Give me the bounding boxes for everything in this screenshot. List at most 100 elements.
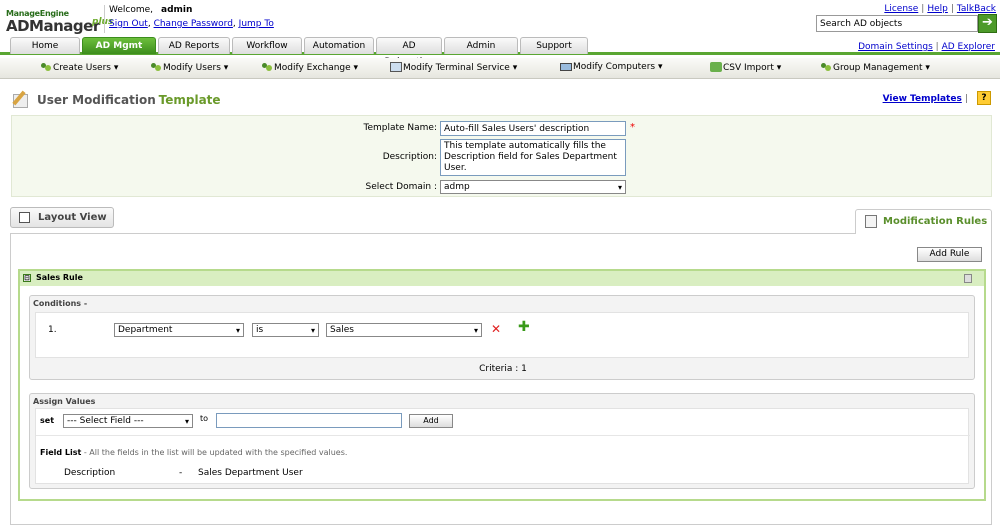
tab-ad-delegation[interactable]: AD Delegation bbox=[376, 37, 442, 67]
assign-values-box: Assign Values set --- Select Field --- t… bbox=[29, 393, 975, 489]
menu-label: Modify Terminal Service ▾ bbox=[403, 63, 518, 73]
description-textarea[interactable]: This template automatically fills the De… bbox=[440, 139, 626, 176]
tab-admin[interactable]: Admin bbox=[444, 37, 518, 54]
domain-settings-link[interactable]: Domain Settings bbox=[858, 42, 933, 52]
users-icon bbox=[40, 62, 52, 72]
link-separator: | bbox=[964, 94, 968, 104]
menu-label: Modify Exchange ▾ bbox=[274, 63, 359, 73]
condition-index: 1. bbox=[48, 325, 57, 335]
help-link[interactable]: Help bbox=[927, 4, 948, 14]
layout-view-label: Layout View bbox=[38, 212, 107, 223]
welcome-area: Welcome, admin Sign Out, Change Password,… bbox=[104, 5, 274, 33]
help-icon[interactable]: ? bbox=[977, 91, 991, 105]
add-rule-button[interactable]: Add Rule bbox=[917, 247, 982, 262]
menu-modify-users[interactable]: Modify Users ▾ bbox=[150, 62, 228, 73]
condition-value-select[interactable]: Sales bbox=[326, 323, 482, 337]
menu-modify-terminal-service[interactable]: Modify Terminal Service ▾ bbox=[390, 62, 517, 73]
tab-modification-rules[interactable]: Modification Rules bbox=[855, 209, 992, 234]
conditions-title: Conditions - bbox=[33, 299, 88, 308]
users-icon bbox=[820, 62, 832, 72]
edit-pencil-icon bbox=[11, 90, 31, 108]
page-title-accent: Template bbox=[158, 93, 221, 107]
tab-ad-mgmt[interactable]: AD Mgmt bbox=[82, 37, 156, 54]
page-title-main: User Modification bbox=[37, 93, 156, 107]
right-links: Domain Settings | AD Explorer bbox=[858, 42, 995, 52]
divider bbox=[36, 435, 970, 436]
menu-modify-exchange[interactable]: Modify Exchange ▾ bbox=[261, 62, 358, 73]
select-field-dropdown[interactable]: --- Select Field --- bbox=[63, 414, 193, 428]
add-value-button[interactable]: Add bbox=[409, 414, 453, 428]
link-separator: | bbox=[935, 42, 939, 52]
product-logo: ManageEngine ADManager plus bbox=[6, 9, 113, 35]
logo-product: ADManager bbox=[6, 17, 100, 35]
field-list-title: Field List bbox=[40, 448, 82, 457]
menu-label: Modify Users ▾ bbox=[163, 63, 229, 73]
license-link[interactable]: License bbox=[884, 4, 918, 14]
tab-support[interactable]: Support bbox=[520, 37, 588, 54]
tab-ad-reports[interactable]: AD Reports bbox=[158, 37, 230, 54]
field-value: Sales Department User bbox=[198, 468, 303, 478]
rules-icon bbox=[865, 215, 877, 228]
domain-select[interactable]: admp bbox=[440, 180, 626, 194]
template-form-panel: Template Name: * Description: This templ… bbox=[11, 115, 992, 197]
assign-values-title: Assign Values bbox=[33, 397, 96, 406]
username: admin bbox=[161, 5, 193, 15]
field-list-header: Field List - All the fields in the list … bbox=[40, 448, 347, 457]
field-name: Description bbox=[64, 468, 116, 478]
menu-csv-import[interactable]: CSV Import ▾ bbox=[710, 62, 781, 73]
set-label: set bbox=[40, 416, 55, 425]
top-links: License | Help | TalkBack bbox=[884, 4, 996, 14]
layout-view-button[interactable]: Layout View bbox=[10, 207, 114, 228]
condition-field-select[interactable]: Department bbox=[114, 323, 244, 337]
link-separator: , bbox=[232, 19, 236, 29]
trash-icon[interactable] bbox=[964, 274, 972, 283]
condition-value: Sales bbox=[330, 325, 354, 335]
users-icon bbox=[150, 62, 162, 72]
to-label: to bbox=[200, 414, 209, 423]
view-templates-link[interactable]: View Templates bbox=[883, 94, 962, 104]
domain-label: Select Domain : bbox=[365, 182, 437, 192]
main-tab-bar: Home AD Mgmt AD Reports Workflow Automat… bbox=[0, 37, 1000, 67]
search-input[interactable] bbox=[816, 15, 978, 32]
view-templates: View Templates | bbox=[883, 94, 968, 104]
collapse-icon[interactable]: ⊟ bbox=[23, 274, 31, 282]
rule-box: ⊟ Sales Rule Conditions - 1. Department … bbox=[18, 269, 986, 501]
assign-value-input[interactable] bbox=[216, 413, 402, 428]
menu-group-management[interactable]: Group Management ▾ bbox=[820, 62, 930, 73]
layout-icon bbox=[19, 212, 30, 223]
sub-menu-bar: Create Users ▾ Modify Users ▾ Modify Exc… bbox=[0, 58, 1000, 79]
criteria-text: Criteria : 1 bbox=[479, 364, 527, 374]
menu-label: CSV Import ▾ bbox=[723, 63, 782, 73]
search-go-icon[interactable]: ➔ bbox=[978, 14, 997, 33]
change-password-link[interactable]: Change Password bbox=[154, 19, 233, 29]
condition-operator-select[interactable]: is bbox=[252, 323, 319, 337]
condition-row: 1. Department is Sales ✕ ✚ bbox=[35, 312, 969, 358]
rule-name: Sales Rule bbox=[36, 273, 83, 282]
rule-header: ⊟ Sales Rule bbox=[20, 271, 984, 286]
talkback-link[interactable]: TalkBack bbox=[957, 4, 996, 14]
assign-values-area: set --- Select Field --- to Add Field Li… bbox=[35, 408, 970, 484]
template-name-input[interactable] bbox=[440, 121, 626, 136]
modification-rules-label: Modification Rules bbox=[883, 216, 988, 227]
add-condition-icon[interactable]: ✚ bbox=[518, 319, 530, 335]
sign-out-link[interactable]: Sign Out bbox=[109, 19, 148, 29]
field-separator: - bbox=[179, 468, 183, 478]
link-separator: | bbox=[950, 4, 954, 14]
template-name-label: Template Name: bbox=[363, 123, 437, 133]
menu-modify-computers[interactable]: Modify Computers ▾ bbox=[560, 62, 663, 72]
link-separator: | bbox=[921, 4, 925, 14]
csv-icon bbox=[710, 62, 722, 72]
menu-label: Modify Computers ▾ bbox=[573, 62, 663, 72]
link-separator: , bbox=[147, 19, 151, 29]
computer-icon bbox=[560, 63, 572, 71]
welcome-text: Welcome, bbox=[109, 5, 154, 15]
field-list-note: - All the fields in the list will be upd… bbox=[83, 448, 348, 457]
tab-home[interactable]: Home bbox=[10, 37, 80, 54]
users-icon bbox=[261, 62, 273, 72]
tab-automation[interactable]: Automation bbox=[304, 37, 374, 54]
jump-to-link[interactable]: Jump To bbox=[239, 19, 274, 29]
tab-workflow[interactable]: Workflow bbox=[232, 37, 302, 54]
menu-create-users[interactable]: Create Users ▾ bbox=[40, 62, 118, 73]
delete-condition-icon[interactable]: ✕ bbox=[491, 322, 501, 336]
ad-explorer-link[interactable]: AD Explorer bbox=[942, 42, 995, 52]
